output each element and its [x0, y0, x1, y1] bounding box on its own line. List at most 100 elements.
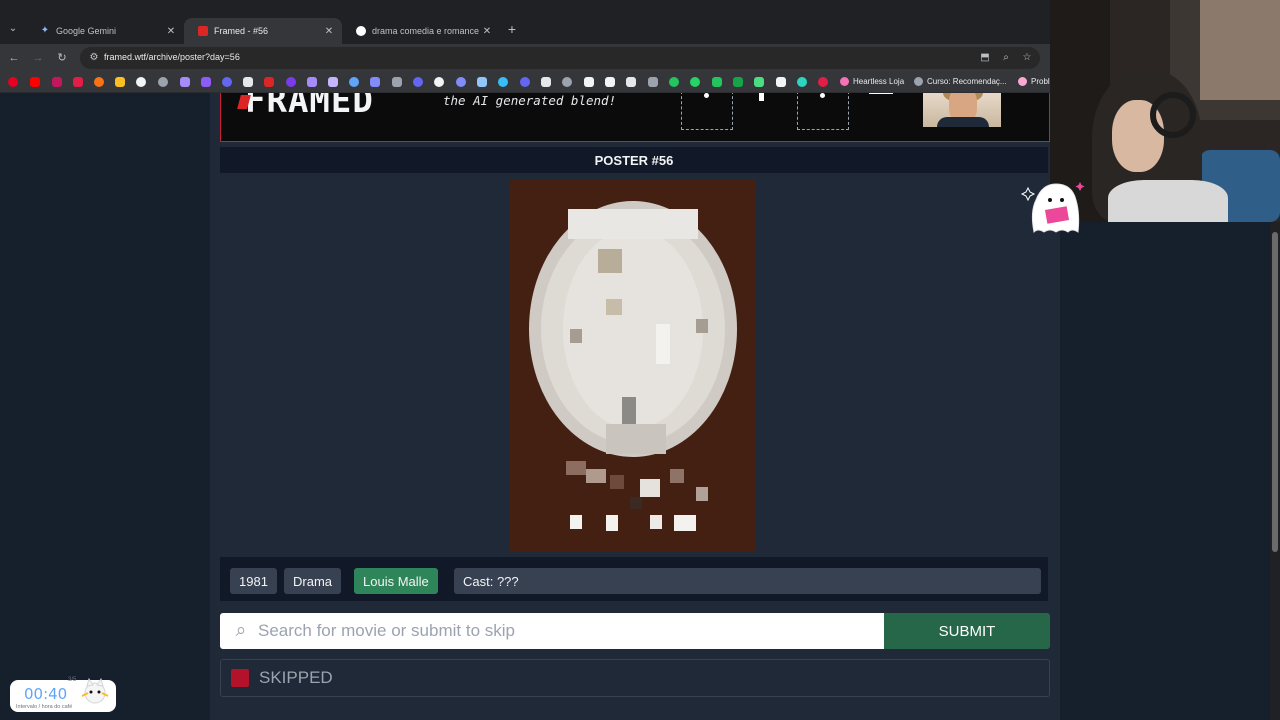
main-column: FRAMED the AI generated blend! POSTER #5… — [210, 93, 1060, 720]
bookmark-icon[interactable] — [477, 77, 487, 87]
bookmark-probl[interactable]: Probl — [1018, 77, 1050, 86]
bookmark-curso[interactable]: Curso: Recomendaç... — [914, 77, 1007, 86]
skipped-square-icon — [231, 669, 249, 687]
year-hint: 1981 — [230, 568, 277, 594]
bookmark-label: Heartless Loja — [853, 77, 905, 86]
tab-title: drama comedia e romance 196 — [372, 26, 480, 36]
bookmarks-bar: Heartless Loja Curso: Recomendaç... Prob… — [0, 72, 1050, 93]
back-arrow-icon[interactable]: ← — [5, 49, 23, 67]
hint-row: 1981 Drama Louis Malle Cast: ??? — [220, 557, 1048, 601]
guess-search-box[interactable]: ⌕ — [220, 613, 884, 649]
bookmark-icon[interactable] — [818, 77, 828, 87]
browser-toolbar: ← → ↻ ⚙ framed.wtf/archive/poster?day=56… — [0, 44, 1050, 72]
bookmark-label: Probl — [1031, 77, 1050, 86]
close-tab-icon[interactable]: ✕ — [164, 26, 178, 37]
banner-tagline: the AI generated blend! — [443, 93, 617, 108]
google-icon — [356, 26, 366, 36]
bookmark-icon[interactable] — [434, 77, 444, 87]
new-tab-plus-icon[interactable]: + — [505, 20, 519, 38]
twitch-bookmark-icon[interactable] — [201, 77, 211, 87]
tab-strip: ⌄ ✦ Google Gemini ✕ Framed - #56 ✕ drama… — [0, 0, 1050, 44]
bookmark-icon[interactable] — [797, 77, 807, 87]
bookmark-icon[interactable] — [605, 77, 615, 87]
director-hint: Louis Malle — [354, 568, 438, 594]
promo-banner[interactable]: FRAMED the AI generated blend! — [220, 93, 1050, 142]
pinterest-bookmark-icon[interactable] — [8, 77, 18, 87]
youtube-bookmark-icon[interactable] — [30, 77, 40, 87]
bookmark-folder-icon — [914, 77, 923, 86]
bookmark-icon[interactable] — [754, 77, 764, 87]
bookmark-icon — [1018, 77, 1027, 86]
bookmark-icon[interactable] — [712, 77, 722, 87]
bookmark-icon[interactable] — [413, 77, 423, 87]
guess-status: SKIPPED — [259, 668, 333, 687]
timer-time: 00:40 — [24, 685, 68, 703]
bookmark-icon[interactable] — [562, 77, 572, 87]
bookmark-icon[interactable] — [52, 77, 62, 87]
framed-logo: FRAMED — [245, 93, 374, 121]
poster-title: POSTER #56 — [220, 147, 1048, 173]
bookmark-icon[interactable] — [158, 77, 168, 87]
pixelated-poster-image — [510, 179, 756, 552]
cat-mascot-icon — [81, 677, 109, 704]
bookmark-icon[interactable] — [286, 77, 296, 87]
tab-google-search[interactable]: drama comedia e romance 196 ✕ — [342, 18, 500, 44]
zoom-icon[interactable]: ⌕ — [999, 51, 1013, 65]
bookmark-icon[interactable] — [136, 77, 146, 87]
telegram-bookmark-icon[interactable] — [498, 77, 508, 87]
bookmark-icon[interactable] — [180, 77, 190, 87]
bookmark-icon[interactable] — [94, 77, 104, 87]
bookmark-icon[interactable] — [73, 77, 83, 87]
tab-framed[interactable]: Framed - #56 ✕ — [184, 18, 342, 44]
guess-history-item: SKIPPED — [220, 659, 1050, 697]
tab-google-gemini[interactable]: ✦ Google Gemini ✕ — [26, 18, 184, 44]
bookmark-icon[interactable] — [243, 77, 253, 87]
bookmark-icon[interactable] — [520, 77, 530, 87]
bookmark-icon[interactable] — [370, 77, 380, 87]
site-info-icon[interactable]: ⚙ — [88, 52, 100, 64]
tab-title: Google Gemini — [56, 26, 117, 36]
bookmark-icon[interactable] — [222, 77, 232, 87]
scrollbar-thumb[interactable] — [1272, 232, 1278, 552]
bookmark-icon[interactable] — [349, 77, 359, 87]
bookmark-icon[interactable] — [456, 77, 466, 87]
cast-hint: Cast: ??? — [454, 568, 1041, 594]
reload-icon[interactable]: ↻ — [53, 49, 71, 67]
bookmark-icon[interactable] — [541, 77, 551, 87]
close-tab-icon[interactable]: ✕ — [480, 26, 494, 37]
bookmark-icon[interactable] — [392, 77, 402, 87]
bookmark-heartless-loja[interactable]: Heartless Loja — [840, 77, 904, 86]
tab-search-chevron-icon[interactable]: ⌄ — [4, 20, 22, 38]
heart-icon — [840, 77, 849, 86]
submit-button[interactable]: SUBMIT — [884, 613, 1050, 649]
silhouette-icon — [759, 93, 764, 101]
bookmark-label: Curso: Recomendaç... — [927, 77, 1007, 86]
bookmark-icon[interactable] — [584, 77, 594, 87]
address-bar[interactable]: ⚙ framed.wtf/archive/poster?day=56 ⬒ ⌕ ☆ — [80, 47, 1040, 69]
bookmark-icon[interactable] — [669, 77, 679, 87]
whatsapp-bookmark-icon[interactable] — [690, 77, 700, 87]
genre-hint: Drama — [284, 568, 342, 594]
bookmark-icon[interactable] — [776, 77, 786, 87]
silhouette-icon — [797, 93, 849, 130]
search-icon: ⌕ — [235, 620, 247, 641]
guess-input[interactable] — [256, 620, 860, 642]
bookmark-icon[interactable] — [626, 77, 636, 87]
page-scrollbar[interactable] — [1270, 222, 1280, 720]
bookmark-icon[interactable] — [264, 77, 274, 87]
close-tab-icon[interactable]: ✕ — [322, 26, 336, 37]
bookmark-icon[interactable] — [307, 77, 317, 87]
actor-portrait-image — [923, 93, 1001, 127]
tab-title: Framed - #56 — [214, 26, 269, 36]
silhouette-icon — [681, 93, 733, 130]
bookmark-icon[interactable] — [733, 77, 743, 87]
stream-timer-widget: 3/5 00:40 Intervalo / hora do café — [10, 677, 116, 714]
bookmark-star-icon[interactable]: ☆ — [1020, 51, 1034, 65]
forward-arrow-icon[interactable]: → — [29, 49, 47, 67]
install-app-icon[interactable]: ⬒ — [978, 51, 992, 65]
bookmark-icon[interactable] — [648, 77, 658, 87]
ghost-reading-sticker-icon — [1020, 182, 1085, 234]
bookmark-icon[interactable] — [328, 77, 338, 87]
bookmark-icon[interactable] — [115, 77, 125, 87]
divider — [869, 93, 893, 94]
